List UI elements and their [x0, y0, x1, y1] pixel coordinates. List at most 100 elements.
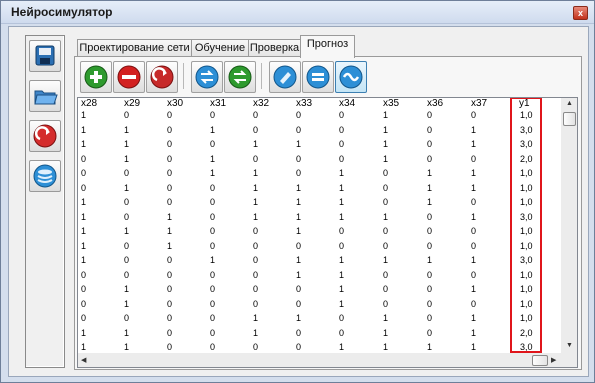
table-cell[interactable]: 1 — [167, 226, 172, 237]
table-cell[interactable]: 1 — [427, 197, 432, 208]
table-cell[interactable]: 1 — [427, 342, 432, 353]
table-cell[interactable]: 1 — [427, 255, 432, 266]
table-cell[interactable]: 0 — [210, 270, 215, 281]
table-cell[interactable]: 0 — [296, 299, 301, 310]
tab-network-design[interactable]: Проектирование сети — [77, 39, 192, 57]
table-cell[interactable]: 0 — [81, 270, 86, 281]
table-row[interactable]: 0 1 0 1 0 0 0 1 0 0 2,0 — [78, 154, 562, 165]
table-cell[interactable]: 0 — [296, 284, 301, 295]
table-cell[interactable]: 0 — [427, 125, 432, 136]
table-cell[interactable]: 1 — [383, 342, 388, 353]
column-header-x33[interactable]: x33 — [296, 98, 312, 110]
table-cell[interactable]: 0 — [471, 226, 476, 237]
table-cell[interactable]: 0 — [253, 125, 258, 136]
table-cell[interactable]: 0 — [124, 270, 129, 281]
table-cell[interactable]: 1 — [124, 139, 129, 150]
table-cell[interactable]: 0 — [383, 197, 388, 208]
table-cell[interactable]: 1 — [81, 328, 86, 339]
table-row[interactable]: 1 0 1 0 1 1 1 1 0 1 3,0 — [78, 212, 562, 223]
table-cell[interactable]: 1 — [471, 139, 476, 150]
table-cell[interactable]: 0 — [167, 110, 172, 121]
column-header-x30[interactable]: x30 — [167, 98, 183, 110]
table-cell[interactable]: 0 — [471, 241, 476, 252]
table-cell[interactable]: 0 — [167, 299, 172, 310]
table-cell[interactable]: 1 — [210, 125, 215, 136]
table-cell[interactable]: 0 — [210, 342, 215, 353]
table-cell[interactable]: 0 — [296, 241, 301, 252]
equals-button[interactable] — [302, 61, 334, 93]
table-cell[interactable]: 1 — [296, 139, 301, 150]
table-cell[interactable]: 1 — [167, 241, 172, 252]
redo-button[interactable] — [146, 61, 178, 93]
table-cell[interactable]: 0 — [253, 299, 258, 310]
column-header-x28[interactable]: x28 — [81, 98, 97, 110]
table-cell[interactable]: 0 — [210, 299, 215, 310]
table-cell[interactable]: 1 — [383, 212, 388, 223]
table-cell[interactable]: 1 — [81, 139, 86, 150]
table-cell[interactable]: 1 — [471, 255, 476, 266]
table-cell[interactable]: 0 — [253, 270, 258, 281]
table-cell[interactable]: 0 — [383, 183, 388, 194]
tab-forecast[interactable]: Прогноз — [300, 35, 355, 58]
table-cell[interactable]: 0 — [124, 241, 129, 252]
table-cell[interactable]: 1 — [210, 168, 215, 179]
table-cell[interactable]: 1 — [296, 255, 301, 266]
table-row[interactable]: 1 1 0 0 1 1 0 1 0 1 3,0 — [78, 139, 562, 150]
table-cell[interactable]: 1 — [296, 183, 301, 194]
table-cell[interactable]: 0 — [427, 212, 432, 223]
table-cell[interactable]: 1 — [339, 212, 344, 223]
sidebar-save-button[interactable] — [29, 40, 61, 72]
remove-button[interactable] — [113, 61, 145, 93]
table-cell[interactable]: 1 — [210, 255, 215, 266]
sidebar-database-button[interactable] — [29, 160, 61, 192]
table-row[interactable]: 1 0 0 1 0 1 1 1 1 1 3,0 — [78, 255, 562, 266]
table-cell[interactable]: 0 — [471, 299, 476, 310]
table-cell[interactable]: 0 — [339, 139, 344, 150]
table-cell[interactable]: 1 — [427, 183, 432, 194]
table-cell[interactable]: 1 — [253, 328, 258, 339]
table-cell[interactable]: 0 — [296, 110, 301, 121]
table-cell[interactable]: 0 — [427, 270, 432, 281]
table-cell[interactable]: 1 — [253, 212, 258, 223]
table-cell[interactable]: 0 — [167, 284, 172, 295]
table-cell[interactable]: 0 — [210, 139, 215, 150]
table-cell[interactable]: 1 — [471, 313, 476, 324]
table-cell[interactable]: 0 — [210, 313, 215, 324]
add-button[interactable] — [80, 61, 112, 93]
table-cell[interactable]: 0 — [167, 270, 172, 281]
table-cell[interactable]: 1 — [471, 125, 476, 136]
table-cell[interactable]: 0 — [296, 342, 301, 353]
sidebar-redo-button[interactable] — [29, 120, 61, 152]
scroll-up-arrow-icon[interactable]: ▲ — [566, 100, 573, 107]
table-cell[interactable]: 1 — [81, 197, 86, 208]
table-cell[interactable]: 1 — [124, 226, 129, 237]
table-cell[interactable]: 0 — [167, 125, 172, 136]
table-row[interactable]: 1 0 0 0 1 1 1 0 1 0 1,0 — [78, 197, 562, 208]
table-cell[interactable]: 0 — [167, 342, 172, 353]
table-row[interactable]: 1 1 1 0 0 1 0 0 0 0 1,0 — [78, 226, 562, 237]
table-cell[interactable]: 1 — [427, 168, 432, 179]
table-cell[interactable]: 1 — [471, 212, 476, 223]
table-cell[interactable]: 1 — [253, 168, 258, 179]
table-cell[interactable]: 1 — [296, 313, 301, 324]
table-cell[interactable]: 0 — [253, 241, 258, 252]
column-header-x34[interactable]: x34 — [339, 98, 355, 110]
column-header-x32[interactable]: x32 — [253, 98, 269, 110]
table-cell[interactable]: 1 — [383, 125, 388, 136]
table-cell[interactable]: 1 — [124, 284, 129, 295]
column-header-x37[interactable]: x37 — [471, 98, 487, 110]
table-cell[interactable]: 0 — [81, 313, 86, 324]
table-row[interactable]: 1 1 0 1 0 0 0 1 0 1 3,0 — [78, 125, 562, 136]
table-cell[interactable]: 0 — [339, 226, 344, 237]
table-cell[interactable]: 0 — [383, 168, 388, 179]
table-cell[interactable]: 1 — [339, 168, 344, 179]
table-cell[interactable]: 0 — [167, 313, 172, 324]
table-row[interactable]: 1 1 0 0 0 0 1 1 1 1 3,0 — [78, 342, 562, 353]
table-cell[interactable]: 0 — [253, 110, 258, 121]
table-cell[interactable]: 0 — [471, 270, 476, 281]
tab-training[interactable]: Обучение — [191, 39, 249, 57]
table-cell[interactable]: 1 — [81, 125, 86, 136]
table-cell[interactable]: 1 — [339, 284, 344, 295]
table-cell[interactable]: 0 — [124, 197, 129, 208]
scroll-right-arrow-icon[interactable]: ▶ — [551, 356, 556, 364]
